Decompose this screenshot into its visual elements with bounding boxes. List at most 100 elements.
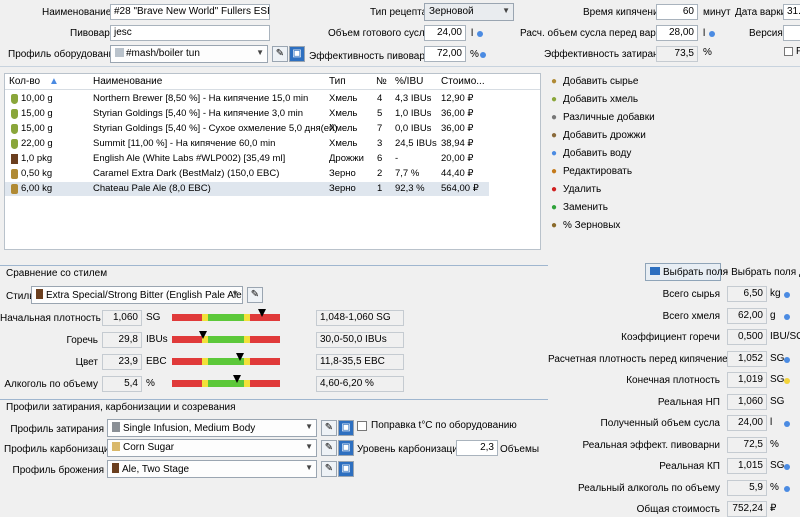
cell-cost: 564,00 ₽ — [441, 183, 479, 194]
clear-carb-button[interactable]: ✎ — [321, 440, 337, 456]
col-qty[interactable]: Кол-во — [9, 76, 40, 87]
equipment-combo[interactable]: #mash/boiler tun ▼ — [110, 45, 268, 63]
yeast-icon: ● — [550, 130, 558, 141]
ferm-profile-combo[interactable]: Ale, Two Stage ▼ — [107, 460, 317, 478]
grain-percent-icon: ● — [550, 220, 558, 231]
style-row-label: Горечь — [66, 335, 98, 346]
carb-profile-combo[interactable]: Corn Sugar ▼ — [107, 439, 317, 457]
grain-icon — [11, 184, 18, 194]
stat-label: Реальная КП — [659, 461, 720, 472]
temp-correction-checkbox[interactable] — [357, 421, 367, 431]
action-label: Различные добавки — [563, 112, 655, 123]
volume-label: Объем готового сусла — [328, 28, 431, 39]
ingredient-row[interactable]: 10,00 g Northern Brewer [8,50 %] - На кип… — [5, 92, 489, 106]
clear-equipment-button[interactable]: ✎ — [272, 46, 288, 62]
style-row-label: Алкоголь по объему — [4, 379, 98, 390]
ingredient-row[interactable]: 0,50 kg Caramel Extra Dark (BestMalz) (15… — [5, 167, 489, 181]
info-dot-icon — [477, 31, 483, 37]
cell-cost: 38,94 ₽ — [441, 138, 474, 149]
mash-profile-combo[interactable]: Single Infusion, Medium Body ▼ — [107, 419, 317, 437]
efficiency-input[interactable]: 72,00 — [424, 46, 466, 62]
style-row-unit: % — [146, 378, 155, 389]
action-grain-percent[interactable]: ● % Зерновых — [548, 220, 620, 236]
col-num[interactable]: № — [376, 76, 387, 87]
cell-ibu: 7,7 % — [395, 168, 420, 179]
action-water[interactable]: ● Добавить воду — [548, 148, 631, 164]
pre-boil-input[interactable]: 28,00 — [656, 25, 698, 41]
cell-cost: 12,90 ₽ — [441, 93, 474, 104]
col-cost[interactable]: Стоимо... — [441, 76, 485, 87]
hop-icon — [11, 124, 18, 134]
style-row-range: 30,0-50,0 IBUs — [316, 332, 404, 348]
action-yeast[interactable]: ● Добавить дрожжи — [548, 130, 646, 146]
save-mash-button[interactable]: ▣ — [338, 420, 354, 436]
boil-time-input[interactable]: 60 — [656, 4, 698, 20]
style-bar-range — [207, 314, 245, 321]
version-input[interactable] — [783, 25, 800, 41]
equipment-label: Профиль оборудования — [8, 49, 120, 60]
save-ferm-button[interactable]: ▣ — [338, 461, 354, 477]
col-ibu[interactable]: %/IBU — [395, 76, 423, 87]
cell-cost: 36,00 ₽ — [441, 123, 474, 134]
save-carb-button[interactable]: ▣ — [338, 440, 354, 456]
recipe-type-label: Тип рецепта — [370, 7, 428, 18]
recipe-name-input[interactable]: #28 "Brave New World" Fullers ESB clon — [110, 4, 270, 20]
stat-label: Общая стоимость — [636, 504, 720, 515]
stat-label: Коэффициент горечи — [621, 332, 720, 343]
save-icon: ▣ — [341, 463, 351, 474]
brewer-label: Пивовар — [70, 28, 110, 39]
cell-qty: 6,00 kg — [21, 183, 53, 194]
action-replace[interactable]: ● Заменить — [548, 202, 608, 218]
stat-value: 5,9 — [727, 479, 767, 496]
save-equipment-button[interactable]: ▣ — [289, 46, 305, 62]
clear-style-button[interactable]: ✎ — [247, 287, 263, 303]
action-label: % Зерновых — [563, 220, 621, 231]
p-checkbox[interactable] — [784, 47, 793, 56]
volume-input[interactable]: 24,00 — [424, 25, 466, 41]
cell-ibu: 92,3 % — [395, 183, 425, 194]
style-row-unit: SG — [146, 312, 161, 323]
ingredient-row[interactable]: 15,00 g Styrian Goldings [5,40 %] - На ки… — [5, 107, 489, 121]
action-misc[interactable]: ● Различные добавки — [548, 112, 655, 128]
action-label: Добавить дрожжи — [563, 130, 646, 141]
water-icon: ● — [550, 148, 558, 159]
action-edit[interactable]: ● Редактировать — [548, 166, 632, 182]
select-fields-icon — [650, 267, 660, 275]
col-name[interactable]: Наименование — [93, 76, 162, 87]
cell-type: Зерно — [329, 183, 356, 194]
ingredient-row[interactable]: 1,0 pkg English Ale (White Labs #WLP002) … — [5, 152, 489, 166]
ingredients-grid[interactable]: Кол-во ▲ Наименование Тип № %/IBU Стоимо… — [4, 73, 541, 250]
style-row-unit: EBC — [146, 356, 167, 367]
efficiency-label: Эффективность пивоварни — [309, 51, 437, 62]
info-dot-icon — [784, 378, 790, 384]
cell-qty: 0,50 kg — [21, 168, 53, 179]
temp-correction-label: Поправка t°C по оборудованию — [371, 420, 517, 431]
style-combo[interactable]: Extra Special/Strong Bitter (English Pal… — [31, 286, 243, 304]
stat-value: 1,060 — [727, 393, 767, 410]
ingredient-row[interactable]: 6,00 kg Chateau Pale Ale (8,0 EBC) Зерно 1 9… — [5, 182, 489, 196]
cell-qty: 15,00 g — [21, 108, 53, 119]
action-hop[interactable]: ● Добавить хмель — [548, 94, 638, 110]
clear-mash-button[interactable]: ✎ — [321, 420, 337, 436]
action-delete[interactable]: ● Удалить — [548, 184, 601, 200]
stat-unit: IBU/SG — [770, 331, 800, 342]
ingredient-row[interactable]: 22,00 g Summit [11,00 %] - На кипячение 6… — [5, 137, 489, 151]
cell-qty: 15,00 g — [21, 123, 53, 134]
date-input[interactable]: 31.0 — [783, 4, 800, 20]
style-marker — [236, 353, 245, 361]
select-fields-button[interactable]: Выбрать поля — [645, 263, 728, 281]
col-type[interactable]: Тип — [329, 76, 346, 87]
clear-ferm-button[interactable]: ✎ — [321, 461, 337, 477]
action-label: Редактировать — [563, 166, 633, 177]
brewer-input[interactable]: jesc — [110, 25, 270, 41]
chevron-down-icon: ▼ — [502, 6, 510, 15]
style-bar-low — [172, 380, 203, 387]
action-add-ingredient[interactable]: ● Добавить сырье — [548, 76, 639, 92]
eraser-icon: ✎ — [250, 289, 260, 300]
style-value: Extra Special/Strong Bitter (English Pal… — [46, 290, 243, 301]
cell-type: Хмель — [329, 108, 358, 119]
carb-level-input[interactable]: 2,3 — [456, 440, 498, 456]
ingredient-row[interactable]: 15,00 g Styrian Goldings [5,40 %] - Сухое… — [5, 122, 489, 136]
action-label: Добавить воду — [563, 148, 632, 159]
recipe-type-combo[interactable]: Зерновой ▼ — [424, 3, 514, 21]
